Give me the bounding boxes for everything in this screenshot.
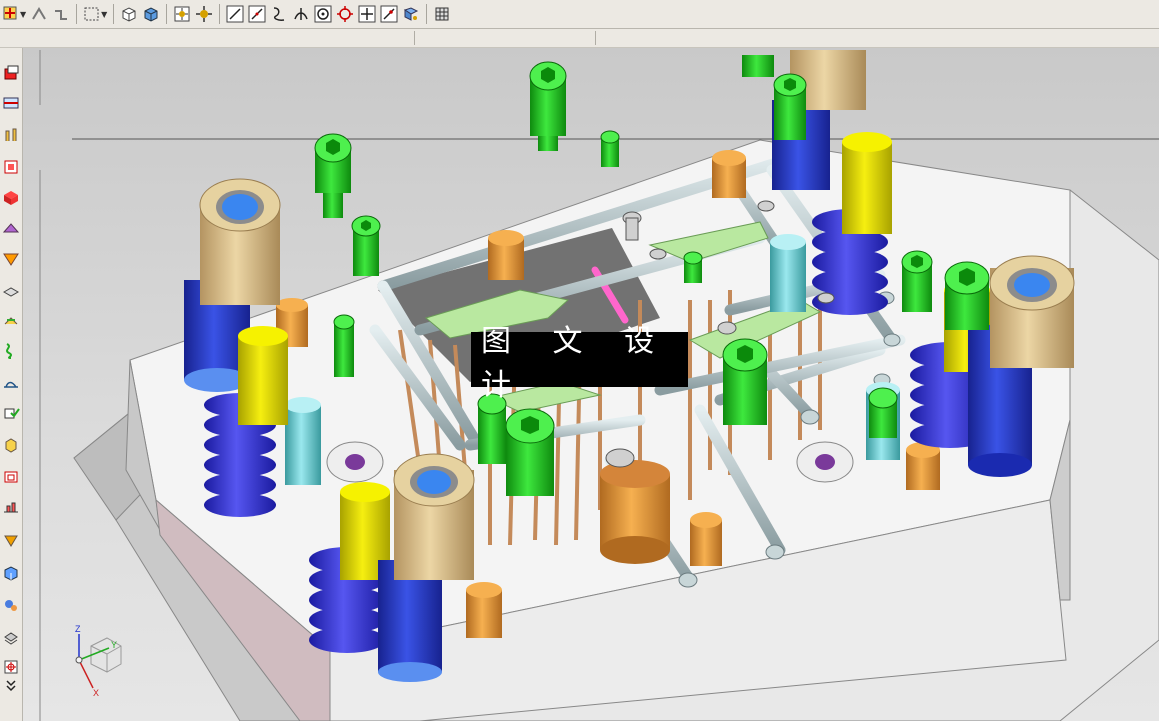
graphics-viewport[interactable]: Z Y X 图 文 设 计	[23, 48, 1159, 721]
point-on-curve-icon[interactable]	[379, 4, 399, 24]
view-manager-icon[interactable]	[1, 626, 21, 648]
split-tool-icon[interactable]	[1, 92, 21, 114]
triad-z-label: Z	[75, 624, 81, 634]
secondary-toolbar	[0, 29, 1159, 48]
line-icon[interactable]	[225, 4, 245, 24]
triad-x-label: X	[93, 688, 99, 698]
shaded-view-icon[interactable]	[141, 4, 161, 24]
face-point-icon[interactable]	[401, 4, 421, 24]
toolbar-separator	[219, 4, 221, 24]
delete-file-icon[interactable]	[1, 656, 21, 678]
toolbar-separator	[166, 4, 168, 24]
edge-icon[interactable]	[51, 4, 71, 24]
triad-y-label: Y	[111, 640, 117, 650]
block-tool-icon[interactable]	[1, 62, 21, 84]
trim-tool-icon[interactable]	[1, 434, 21, 456]
line-angle-icon[interactable]	[247, 4, 267, 24]
subinsert-icon[interactable]	[1, 310, 21, 332]
electrode-icon[interactable]	[1, 402, 21, 424]
quadrant-icon[interactable]	[335, 4, 355, 24]
ejector-tool-icon[interactable]	[1, 124, 21, 146]
snap-point-icon[interactable]	[1, 4, 21, 24]
toolbar-separator	[426, 4, 428, 24]
mold-wizard-toolbar	[0, 48, 23, 721]
slider-icon[interactable]	[1, 280, 21, 302]
chevron-down-icon[interactable]: ▼	[20, 10, 26, 19]
intersection-icon[interactable]	[291, 4, 311, 24]
grid-icon[interactable]	[432, 4, 452, 24]
center-support-pillar	[600, 460, 670, 564]
gate-icon[interactable]	[1, 248, 21, 270]
toolbar-separator	[595, 31, 596, 45]
watermark-banner: 图 文 设 计	[471, 324, 688, 403]
more-arrow-icon[interactable]	[1, 678, 21, 692]
cavity-layout-icon[interactable]	[1, 156, 21, 178]
snap-midpoint-icon[interactable]	[194, 4, 214, 24]
bom-icon[interactable]	[1, 496, 21, 518]
assembly-icon[interactable]	[1, 594, 21, 616]
selection-toolbar: ▼ ▼	[0, 0, 1159, 29]
toolbar-separator	[414, 31, 415, 45]
snap-endpoint-icon[interactable]	[172, 4, 192, 24]
view-triad[interactable]: Z Y X	[69, 618, 129, 698]
wireframe-view-icon[interactable]	[119, 4, 139, 24]
pocket-icon[interactable]	[1, 466, 21, 488]
curve-icon[interactable]	[269, 4, 289, 24]
toolbar-separator	[113, 4, 115, 24]
select-box-icon[interactable]	[82, 4, 102, 24]
mold-base-icon[interactable]	[1, 186, 21, 208]
circle-center-icon[interactable]	[313, 4, 333, 24]
vertex-icon[interactable]	[29, 4, 49, 24]
cooling-icon[interactable]	[1, 340, 21, 362]
runner-icon[interactable]	[1, 372, 21, 394]
cooling-channel-icon[interactable]	[1, 562, 21, 584]
crosshair-icon[interactable]	[357, 4, 377, 24]
toolbar-separator	[76, 4, 78, 24]
drawing-icon[interactable]	[1, 530, 21, 552]
standard-part-icon[interactable]	[1, 218, 21, 240]
chevron-down-icon[interactable]: ▼	[101, 10, 107, 19]
